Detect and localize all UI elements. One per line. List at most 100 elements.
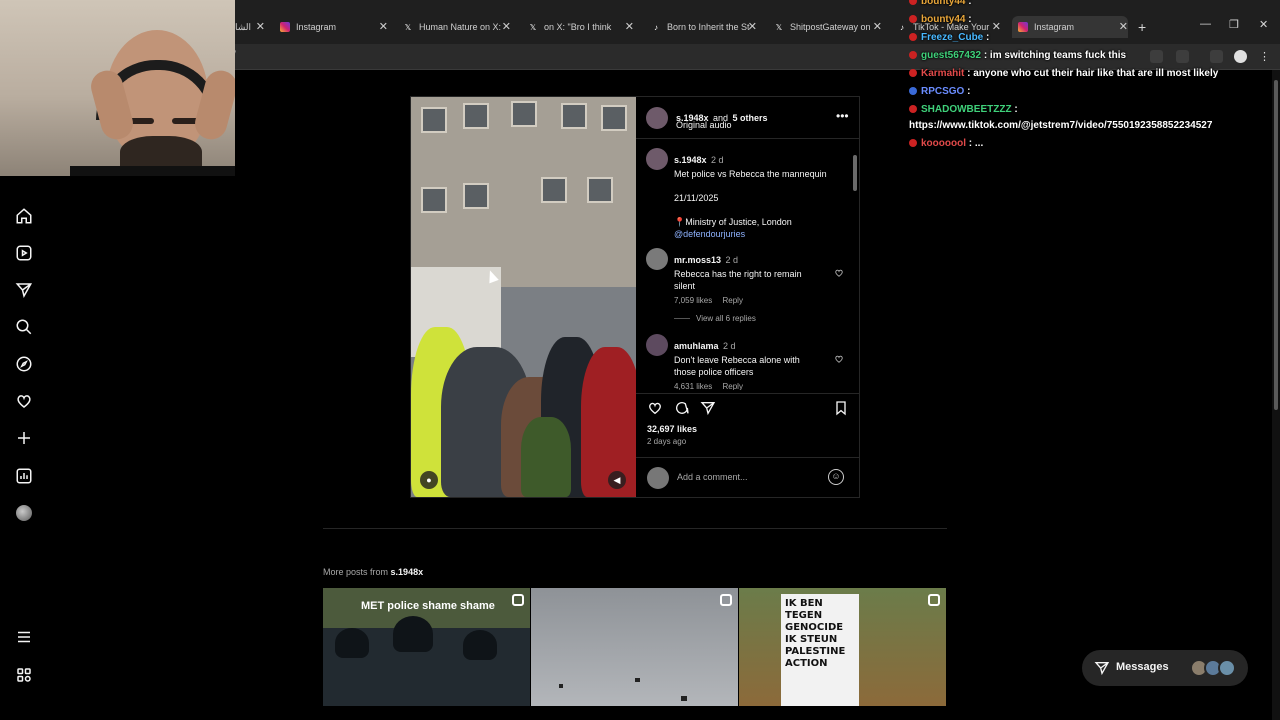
chat-message: RPCSGO :	[909, 86, 970, 97]
close-icon[interactable]: ✕	[502, 20, 511, 33]
emoji-icon[interactable]: ☺	[828, 469, 844, 485]
more-post-thumb[interactable]	[531, 588, 738, 706]
more-posts-user[interactable]: s.1948x	[391, 567, 424, 577]
share-icon[interactable]	[700, 400, 716, 416]
notifications-icon[interactable]	[14, 391, 34, 411]
minimize-icon[interactable]: —	[1200, 18, 1211, 30]
comment-user[interactable]: mr.moss13	[674, 255, 721, 265]
avatar[interactable]	[646, 148, 668, 170]
profile-icon[interactable]	[1234, 50, 1247, 63]
close-icon[interactable]: ✕	[256, 20, 265, 33]
close-icon[interactable]: ✕	[873, 20, 882, 33]
comment-input[interactable]: Add a comment...	[677, 472, 748, 482]
post-age: 2 days ago	[647, 437, 687, 446]
audio-icon[interactable]: ◀	[608, 471, 626, 489]
view-replies[interactable]: View all 6 replies	[674, 314, 756, 323]
reply-button[interactable]: Reply	[722, 296, 742, 305]
bird	[635, 678, 640, 682]
messages-button[interactable]: Messages	[1082, 650, 1248, 686]
more-vert-icon[interactable]: ⋮	[1258, 50, 1271, 63]
insights-icon[interactable]	[14, 466, 34, 486]
extension-icon[interactable]	[1150, 50, 1163, 63]
window	[511, 101, 537, 127]
home-icon[interactable]	[14, 206, 34, 226]
browser-tab[interactable]: الشا ✕	[235, 16, 265, 38]
chat-user: guest567432	[921, 50, 982, 61]
webcam-overlay	[0, 0, 235, 176]
reel-icon	[512, 594, 524, 606]
badge-icon	[909, 15, 917, 24]
search-icon[interactable]	[14, 317, 34, 337]
scroll-thumb[interactable]	[1274, 80, 1278, 410]
comment-icon[interactable]	[674, 400, 690, 416]
more-post-thumb[interactable]: IK BEN TEGEN GENOCIDE IK STEUN PALESTINE…	[739, 588, 946, 706]
window	[541, 177, 567, 203]
sidebar-icon[interactable]	[1210, 50, 1223, 63]
tab-label: الشا	[235, 21, 252, 32]
menu-icon[interactable]	[14, 627, 34, 647]
browser-tab-active[interactable]: Instagram ✕	[1012, 16, 1128, 38]
like-comment-icon[interactable]	[834, 268, 844, 278]
caption-mention[interactable]: @defendourjuries	[674, 228, 839, 240]
page-scrollbar[interactable]	[1272, 70, 1280, 720]
like-comment-icon[interactable]	[834, 354, 844, 364]
create-icon[interactable]	[14, 428, 34, 448]
more-options-icon[interactable]: •••	[836, 109, 849, 123]
window	[421, 187, 447, 213]
window	[463, 103, 489, 129]
extensions-puzzle-icon[interactable]	[1176, 50, 1189, 63]
messages-icon[interactable]	[14, 280, 34, 300]
messages-icon	[1094, 662, 1110, 676]
browser-tab[interactable]: ♪ Born to Inherit the St ✕	[651, 16, 757, 38]
post-video[interactable]: ● ◀	[411, 97, 636, 497]
chat-message: kooooool : ...	[909, 138, 983, 149]
avatar[interactable]	[646, 107, 668, 129]
avatar[interactable]	[646, 248, 668, 270]
maximize-icon[interactable]: ❐	[1229, 18, 1239, 31]
chat-user: Freeze_Cube	[921, 32, 984, 43]
browser-tab[interactable]: 𝕏 ShitpostGateway on ✕	[774, 16, 882, 38]
explore-icon[interactable]	[14, 354, 34, 374]
chat-text: : im switching teams fuck this	[983, 50, 1127, 61]
others-link[interactable]: 5 others	[732, 113, 767, 123]
comment-text: Don't leave Rebecca alone with those pol…	[674, 355, 800, 377]
badge-icon	[909, 0, 917, 6]
comment-likes[interactable]: 7,059 likes	[674, 296, 712, 305]
close-icon[interactable]: ✕	[625, 20, 634, 33]
caption-user[interactable]: s.1948x	[674, 155, 707, 165]
more-post-thumb[interactable]: MET police shame shame	[323, 588, 530, 706]
tagged-users-icon[interactable]: ●	[420, 471, 438, 489]
close-icon[interactable]: ✕	[379, 20, 388, 33]
instagram-sidebar	[0, 176, 48, 720]
browser-tab[interactable]: 𝕏 on X: "Bro I think ✕	[528, 16, 634, 38]
browser-tab[interactable]: Instagram ✕	[280, 16, 388, 38]
x-icon: 𝕏	[404, 22, 412, 32]
like-count[interactable]: 32,697 likes	[647, 424, 697, 434]
scroll-thumb[interactable]	[853, 155, 857, 191]
window	[561, 103, 587, 129]
like-icon[interactable]	[647, 400, 663, 416]
reels-icon[interactable]	[14, 243, 34, 263]
browser-tab[interactable]: 𝕏 Human Nature on X: ✕	[403, 16, 511, 38]
reply-button[interactable]: Reply	[722, 382, 742, 390]
close-icon[interactable]: ✕	[748, 20, 757, 33]
chat-user: SHADOWBEETZZZ	[921, 104, 1012, 115]
audio-label[interactable]: Original audio	[676, 120, 732, 130]
chat-link[interactable]: https://www.tiktok.com/@jetstrem7/video/…	[909, 120, 1212, 131]
more-posts-heading: More posts from s.1948x	[323, 567, 423, 577]
close-window-icon[interactable]: ✕	[1259, 18, 1268, 31]
close-icon[interactable]: ✕	[1119, 20, 1128, 33]
tab-label: Human Nature on X:	[419, 22, 502, 32]
close-icon[interactable]: ✕	[992, 20, 1001, 33]
avatar[interactable]	[646, 334, 668, 356]
save-icon[interactable]	[833, 400, 849, 416]
comment-likes[interactable]: 4,631 likes	[674, 382, 712, 390]
chat-text: :	[968, 14, 972, 25]
profile-avatar[interactable]	[14, 503, 34, 523]
comment-user[interactable]: amuhlama	[674, 341, 719, 351]
chat-user: kooooool	[921, 138, 966, 149]
comments-scrollbar[interactable]	[852, 145, 858, 391]
new-tab-button[interactable]: +	[1138, 19, 1146, 35]
thumb-caption: MET police shame shame	[361, 600, 495, 612]
threads-icon[interactable]	[14, 665, 34, 685]
